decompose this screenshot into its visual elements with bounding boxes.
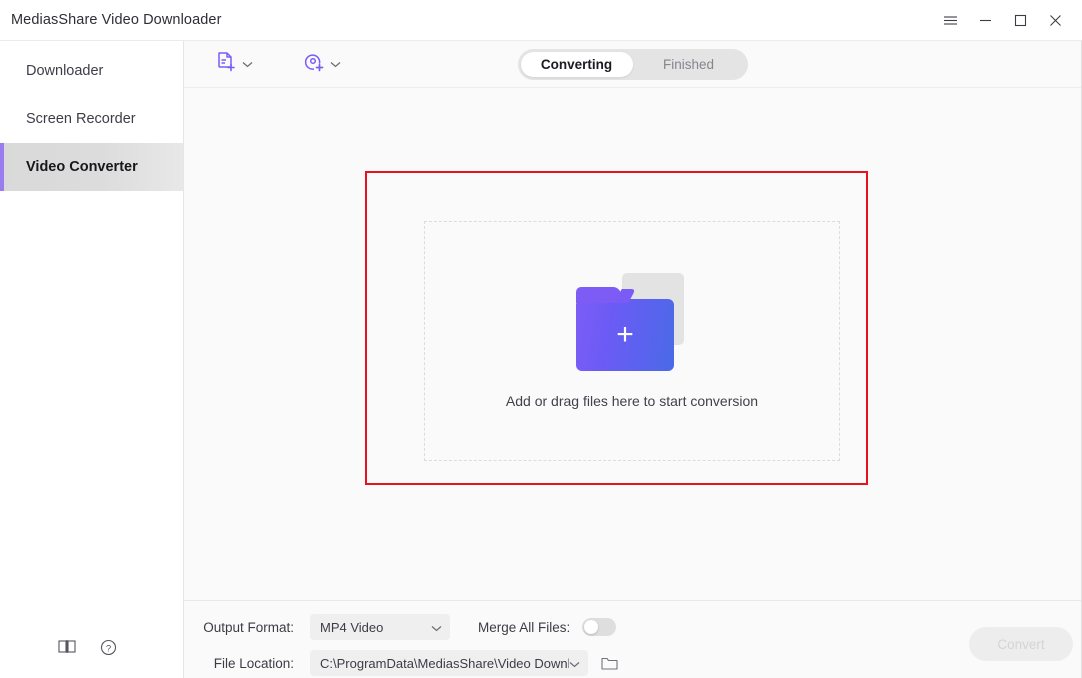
sidebar-nav: Downloader Screen Recorder Video Convert… bbox=[0, 41, 183, 191]
add-files-button[interactable] bbox=[209, 48, 259, 81]
folder-icon[interactable] bbox=[601, 656, 618, 671]
output-format-row: Output Format: MP4 Video Merge All Files… bbox=[184, 612, 1081, 642]
app-title: MediasShare Video Downloader bbox=[11, 12, 222, 28]
output-format-value: MP4 Video bbox=[320, 620, 431, 635]
chevron-down-icon[interactable] bbox=[242, 55, 253, 73]
help-icon[interactable]: ? bbox=[100, 639, 117, 656]
status-tabs: Converting Finished bbox=[518, 49, 748, 80]
sidebar-footer: ? bbox=[0, 616, 183, 678]
add-disc-icon bbox=[303, 51, 325, 78]
toggle-knob bbox=[584, 620, 598, 634]
sidebar-item-video-converter[interactable]: Video Converter bbox=[0, 143, 183, 191]
file-location-row: File Location: C:\ProgramData\MediasShar… bbox=[184, 648, 1081, 678]
app-window: MediasShare Video Downloader Downloader bbox=[0, 0, 1082, 678]
close-icon[interactable] bbox=[1038, 0, 1073, 41]
file-location-value: C:\ProgramData\MediasShare\Video Downloa bbox=[320, 656, 569, 671]
toolbar: Converting Finished bbox=[184, 41, 1081, 88]
chevron-down-icon[interactable] bbox=[330, 55, 341, 73]
bottom-bar: Output Format: MP4 Video Merge All Files… bbox=[184, 600, 1081, 678]
hamburger-menu-icon[interactable] bbox=[933, 0, 968, 41]
toolbar-actions bbox=[184, 48, 347, 81]
manual-icon[interactable] bbox=[58, 639, 76, 655]
maximize-icon[interactable] bbox=[1003, 0, 1038, 41]
sidebar-item-screen-recorder[interactable]: Screen Recorder bbox=[0, 95, 183, 143]
output-format-select[interactable]: MP4 Video bbox=[310, 614, 450, 640]
sidebar-item-downloader[interactable]: Downloader bbox=[0, 47, 183, 95]
folder-shape: + bbox=[576, 299, 674, 371]
plus-icon: + bbox=[616, 320, 634, 350]
title-bar: MediasShare Video Downloader bbox=[0, 0, 1082, 41]
merge-all-files-label: Merge All Files: bbox=[478, 620, 570, 635]
tab-finished[interactable]: Finished bbox=[633, 52, 745, 77]
merge-all-files-toggle[interactable] bbox=[582, 618, 616, 636]
load-disc-button[interactable] bbox=[297, 48, 347, 81]
add-folder-icon: + bbox=[576, 273, 688, 371]
chevron-down-icon bbox=[569, 656, 580, 671]
sidebar-item-label: Downloader bbox=[26, 63, 103, 79]
file-location-label: File Location: bbox=[193, 656, 294, 671]
conversion-canvas: + Add or drag files here to start conver… bbox=[184, 88, 1081, 600]
file-dropzone[interactable]: + Add or drag files here to start conver… bbox=[424, 221, 840, 461]
sidebar-item-label: Video Converter bbox=[26, 159, 138, 175]
file-location-select[interactable]: C:\ProgramData\MediasShare\Video Downloa bbox=[310, 650, 588, 676]
svg-text:?: ? bbox=[106, 643, 111, 654]
window-body: Downloader Screen Recorder Video Convert… bbox=[0, 41, 1082, 678]
minimize-icon[interactable] bbox=[968, 0, 1003, 41]
dropzone-message: Add or drag files here to start conversi… bbox=[506, 393, 758, 409]
output-format-label: Output Format: bbox=[193, 620, 294, 635]
add-file-icon bbox=[215, 51, 237, 78]
window-controls bbox=[933, 0, 1082, 40]
convert-button[interactable]: Convert bbox=[969, 627, 1073, 661]
sidebar-item-label: Screen Recorder bbox=[26, 111, 136, 127]
sidebar: Downloader Screen Recorder Video Convert… bbox=[0, 41, 184, 678]
folder-tab-shape bbox=[576, 287, 621, 303]
tab-converting[interactable]: Converting bbox=[521, 52, 633, 77]
main-panel: Converting Finished + Add or drag files … bbox=[184, 41, 1082, 678]
chevron-down-icon bbox=[431, 620, 442, 635]
